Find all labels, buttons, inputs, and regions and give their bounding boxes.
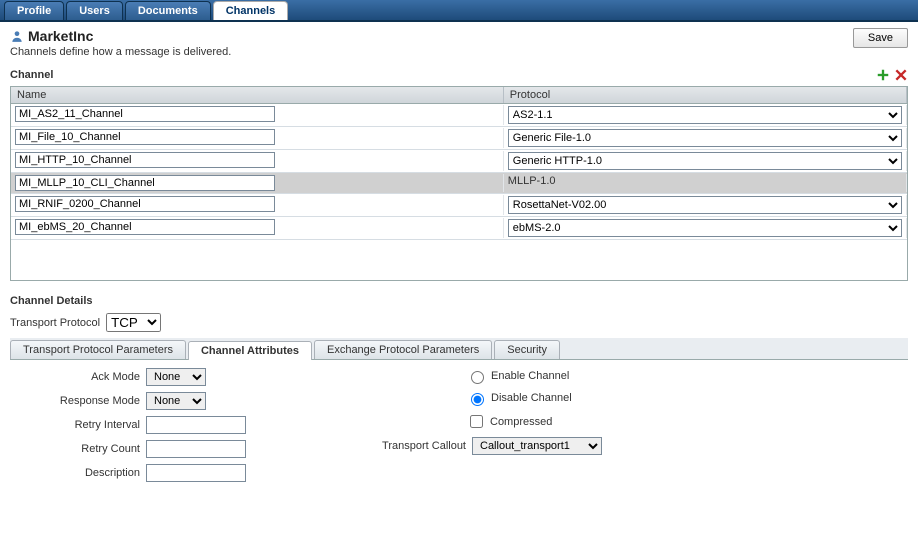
tab-channels[interactable]: Channels — [213, 1, 289, 20]
retry-interval-label: Retry Interval — [30, 419, 140, 431]
tab-documents[interactable]: Documents — [125, 1, 211, 20]
response-mode-select[interactable]: None — [146, 392, 206, 410]
tab-users[interactable]: Users — [66, 1, 123, 20]
add-icon[interactable] — [876, 68, 890, 82]
main-tab-bar: Profile Users Documents Channels — [0, 0, 918, 22]
transport-protocol-label: Transport Protocol — [10, 317, 100, 329]
ack-mode-label: Ack Mode — [30, 371, 140, 383]
channel-name-input[interactable] — [15, 196, 275, 212]
channel-details-title: Channel Details — [10, 295, 908, 307]
channel-protocol-text: MLLP-1.0 — [508, 175, 556, 187]
channel-protocol-select[interactable]: AS2-1.1 — [508, 106, 902, 124]
enable-channel-label: Enable Channel — [491, 370, 569, 382]
disable-channel-radio[interactable] — [471, 393, 484, 406]
sub-tab-tpp[interactable]: Transport Protocol Parameters — [10, 340, 186, 359]
channel-name-input[interactable] — [15, 129, 275, 145]
table-row[interactable]: Generic HTTP-1.0 — [11, 150, 907, 173]
description-input[interactable] — [146, 464, 246, 482]
table-row[interactable]: AS2-1.1 — [11, 104, 907, 127]
table-row[interactable]: Generic File-1.0 — [11, 127, 907, 150]
table-row[interactable]: ebMS-2.0 — [11, 217, 907, 240]
channel-name-input[interactable] — [15, 106, 275, 122]
sub-tab-security[interactable]: Security — [494, 340, 560, 359]
tab-profile[interactable]: Profile — [4, 1, 64, 20]
page-title: MarketInc — [28, 28, 93, 44]
channel-name-input[interactable] — [15, 175, 275, 191]
channel-section-title: Channel — [10, 69, 53, 81]
channel-protocol-select[interactable]: Generic HTTP-1.0 — [508, 152, 902, 170]
retry-interval-input[interactable] — [146, 416, 246, 434]
transport-callout-label: Transport Callout — [356, 440, 466, 452]
response-mode-label: Response Mode — [30, 395, 140, 407]
transport-callout-select[interactable]: Callout_transport1 — [472, 437, 602, 455]
channel-name-input[interactable] — [15, 152, 275, 168]
save-button[interactable]: Save — [853, 28, 908, 48]
disable-channel-label: Disable Channel — [491, 392, 572, 404]
channel-protocol-select[interactable]: RosettaNet-V02.00 — [508, 196, 902, 214]
delete-icon[interactable] — [894, 68, 908, 82]
enable-channel-radio[interactable] — [471, 371, 484, 384]
channel-table: Name Protocol AS2-1.1 Generic File-1.0 Gen… — [10, 86, 908, 281]
retry-count-input[interactable] — [146, 440, 246, 458]
user-icon — [10, 29, 24, 43]
retry-count-label: Retry Count — [30, 443, 140, 455]
channel-section-title-row: Channel — [10, 68, 908, 82]
column-header-protocol[interactable]: Protocol — [504, 87, 907, 103]
page-subtitle: Channels define how a message is deliver… — [10, 46, 231, 58]
column-header-name[interactable]: Name — [11, 87, 504, 103]
details-sub-tabs: Transport Protocol Parameters Channel At… — [10, 338, 908, 360]
sub-tab-channel-attributes[interactable]: Channel Attributes — [188, 341, 312, 360]
ack-mode-select[interactable]: None — [146, 368, 206, 386]
channel-protocol-select[interactable]: ebMS-2.0 — [508, 219, 902, 237]
table-row[interactable]: MLLP-1.0 — [11, 173, 907, 194]
description-label: Description — [30, 467, 140, 479]
compressed-label: Compressed — [490, 416, 552, 428]
sub-tab-epp[interactable]: Exchange Protocol Parameters — [314, 340, 492, 359]
channel-name-input[interactable] — [15, 219, 275, 235]
table-row[interactable]: RosettaNet-V02.00 — [11, 194, 907, 217]
transport-protocol-select[interactable]: TCP — [106, 313, 161, 332]
compressed-checkbox[interactable] — [470, 415, 483, 428]
channel-protocol-select[interactable]: Generic File-1.0 — [508, 129, 902, 147]
